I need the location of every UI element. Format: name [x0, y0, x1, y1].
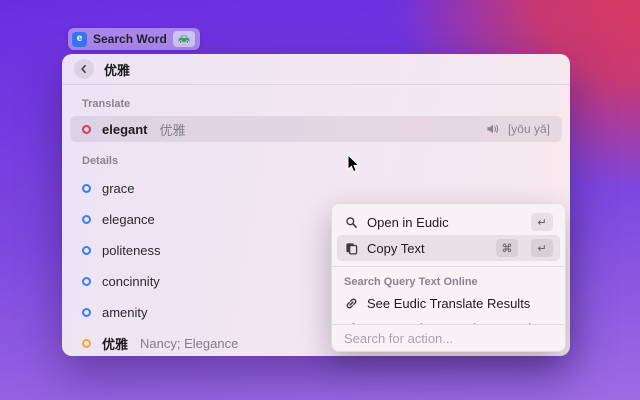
action-menu: Open in Eudic ↵ Copy Text ⌘ ↵ Search Que… — [331, 203, 566, 352]
blue-ring-icon — [82, 246, 91, 255]
return-key-badge: ↵ — [531, 213, 553, 231]
detail-label: amenity — [102, 305, 148, 320]
menu-item-label: Copy Text — [367, 241, 487, 256]
speaker-icon — [486, 123, 500, 135]
eudic-app-icon: e — [72, 32, 87, 47]
eudic-app-icon-letter: e — [77, 34, 83, 44]
detail-sublabel: Nancy; Elegance — [140, 336, 238, 351]
detail-label: elegance — [102, 212, 155, 227]
pinyin-text: [yōu yǎ] — [508, 122, 550, 136]
back-button[interactable] — [74, 59, 94, 79]
detail-label: grace — [102, 181, 135, 196]
menu-item-open-in-eudic[interactable]: Open in Eudic ↵ — [337, 209, 560, 235]
translate-row-elegant[interactable]: elegant 优雅 [yōu yǎ] — [70, 116, 562, 142]
menu-item-copy-text[interactable]: Copy Text ⌘ ↵ — [337, 235, 560, 261]
detail-label: 优雅 — [102, 334, 128, 353]
menu-divider — [332, 266, 565, 267]
command-chip[interactable]: e Search Word — [68, 28, 200, 50]
menu-item-label: Open in Eudic — [367, 215, 522, 230]
link-icon — [344, 297, 358, 310]
blue-ring-icon — [82, 215, 91, 224]
desktop-background: e Search Word 优雅 Translate — [0, 0, 640, 400]
orange-ring-icon — [82, 339, 91, 348]
menu-item-see-eudic-results[interactable]: See Eudic Translate Results — [337, 291, 560, 316]
red-ring-icon — [82, 125, 91, 134]
action-search-bar — [332, 324, 565, 351]
blue-ring-icon — [82, 277, 91, 286]
translate-word-translation: 优雅 — [160, 120, 186, 139]
copy-icon — [344, 242, 358, 255]
action-search-input[interactable] — [332, 331, 565, 346]
command-chip-label: Search Word — [93, 32, 167, 46]
detail-label: concinnity — [102, 274, 160, 289]
menu-item-label: See Eudic Translate Results — [367, 296, 530, 311]
blue-ring-icon — [82, 184, 91, 193]
blue-ring-icon — [82, 308, 91, 317]
window-header: 优雅 — [62, 54, 570, 85]
magnifier-icon — [344, 216, 358, 229]
menu-section-label: Search Query Text Online — [337, 272, 560, 291]
return-key-badge: ↵ — [531, 239, 553, 257]
detail-row-grace[interactable]: grace — [70, 173, 562, 204]
section-label-details: Details — [70, 155, 562, 167]
page-title: 优雅 — [104, 60, 130, 79]
car-icon — [177, 34, 191, 44]
action-menu-list: Open in Eudic ↵ Copy Text ⌘ ↵ Search Que… — [332, 204, 565, 326]
translate-word: elegant — [102, 122, 148, 137]
section-label-translate: Translate — [70, 98, 562, 110]
chevron-left-icon — [78, 63, 90, 75]
detail-label: politeness — [102, 243, 161, 258]
cmd-key-badge: ⌘ — [496, 239, 518, 257]
car-badge — [173, 31, 195, 47]
